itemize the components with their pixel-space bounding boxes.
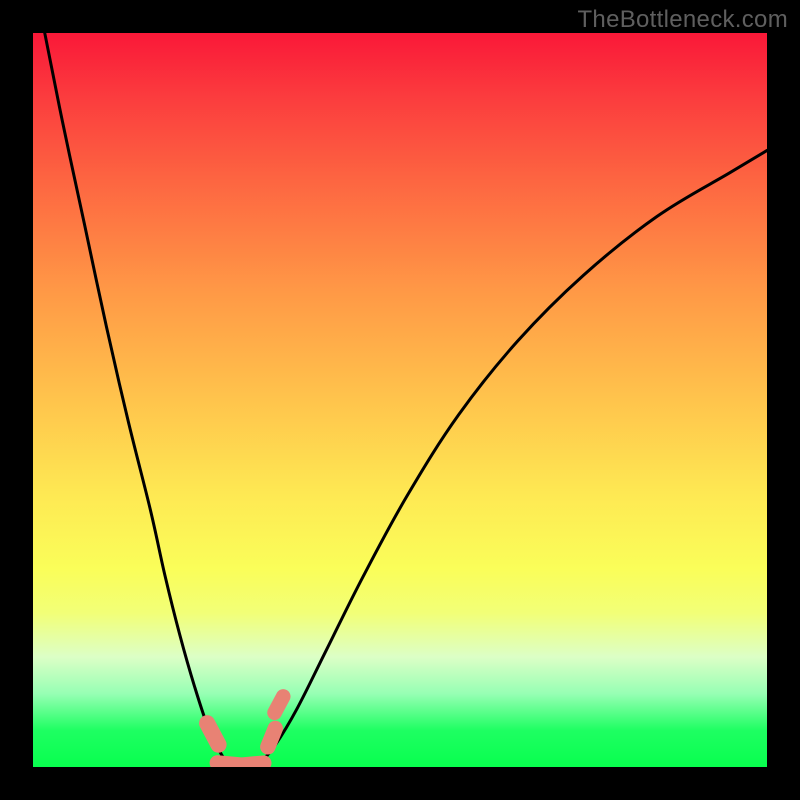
marker-4 <box>265 687 293 723</box>
marker-0 <box>196 712 229 755</box>
marker-group <box>196 687 293 767</box>
watermark-text: TheBottleneck.com <box>577 6 788 34</box>
curve-svg <box>33 33 767 767</box>
curve-path <box>45 33 767 767</box>
marker-2 <box>234 755 272 767</box>
bottleneck-curve <box>45 33 767 767</box>
chart-frame: TheBottleneck.com <box>0 0 800 800</box>
plot-area <box>33 33 767 767</box>
